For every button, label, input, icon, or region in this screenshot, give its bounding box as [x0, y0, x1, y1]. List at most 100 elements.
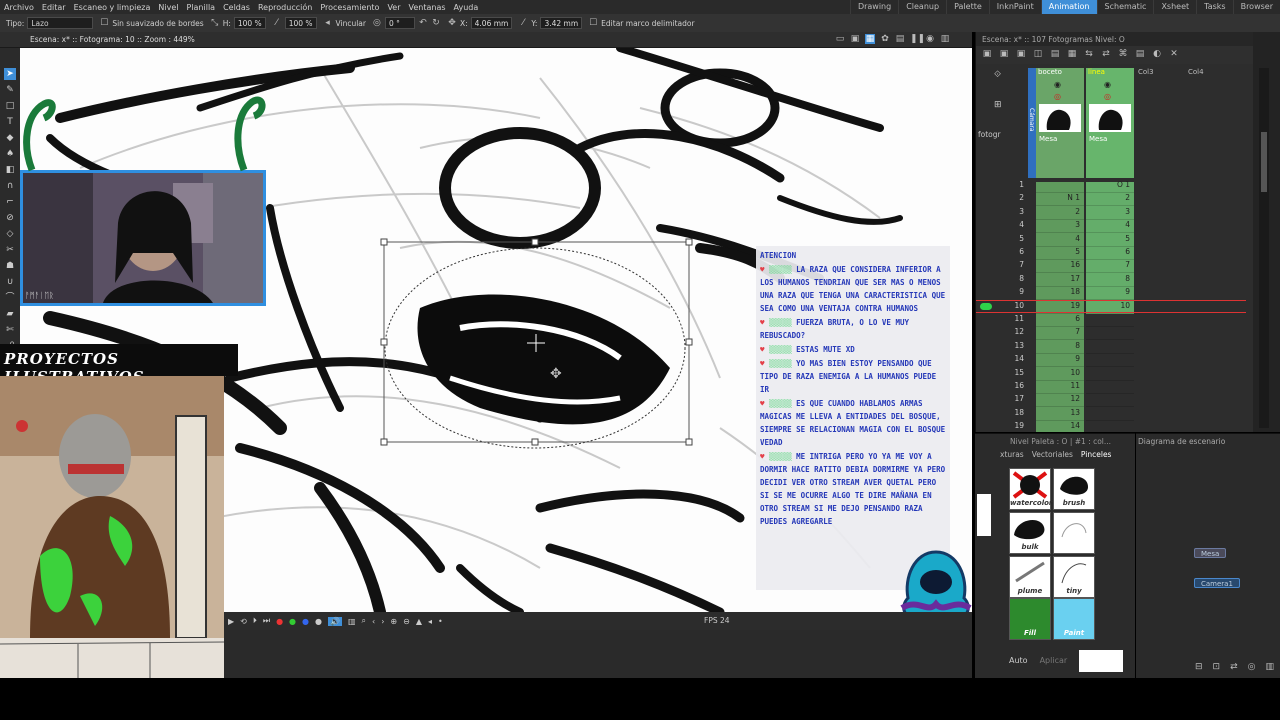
auto-button[interactable]: Auto: [1009, 656, 1028, 665]
cell-linea[interactable]: [1086, 341, 1134, 354]
style-picker-icon[interactable]: ⌐: [4, 196, 16, 208]
v-scale-field[interactable]: 100 %: [284, 17, 317, 29]
frame-number[interactable]: 16: [976, 381, 1028, 390]
cell-boceto[interactable]: 3: [1036, 220, 1084, 234]
room-animation[interactable]: Animation: [1040, 0, 1097, 14]
frame-zoom-label[interactable]: fotogr: [978, 130, 1001, 139]
reset-icon[interactable]: ◂: [428, 617, 432, 626]
toggle-icon[interactable]: ⟐: [994, 70, 1001, 80]
cell-linea[interactable]: 6: [1086, 247, 1134, 260]
x-position-field[interactable]: 4.06 mm: [470, 17, 513, 29]
3d-view-icon[interactable]: ▤: [895, 34, 905, 44]
cell-boceto[interactable]: [1036, 180, 1084, 193]
room-palette[interactable]: Palette: [946, 0, 989, 14]
room-xsheet[interactable]: Xsheet: [1153, 0, 1196, 14]
zoom-out-icon[interactable]: ⊖: [403, 617, 410, 626]
room-schematic[interactable]: Schematic: [1096, 0, 1154, 14]
fx-icon[interactable]: ◫: [1033, 49, 1043, 59]
cell-boceto[interactable]: 7: [1036, 327, 1084, 341]
y-position-field[interactable]: 3.42 mm: [540, 17, 583, 29]
frame-number[interactable]: 13: [976, 341, 1028, 350]
camera-view-icon[interactable]: ▦: [865, 34, 875, 44]
xsheet-scrollbar[interactable]: [1253, 32, 1280, 432]
swing-icon[interactable]: ⇄: [1101, 49, 1111, 59]
sub-camera-icon[interactable]: ▥: [940, 34, 950, 44]
aplicar-button[interactable]: Aplicar: [1040, 656, 1068, 665]
brush-sketch[interactable]: [1053, 512, 1095, 554]
frame-number[interactable]: 15: [976, 368, 1028, 377]
next-frame-icon[interactable]: ⏵: [253, 616, 257, 626]
node-camera1[interactable]: Camera1: [1194, 578, 1240, 588]
column-header-col3[interactable]: Col3: [1136, 68, 1184, 178]
preview-icon[interactable]: ▣: [850, 34, 860, 44]
blue-channel-icon[interactable]: ●: [302, 617, 309, 626]
bender-tool-icon[interactable]: ⌒: [4, 292, 16, 304]
tab-vectoriales[interactable]: Vectoriales: [1032, 450, 1073, 459]
brush-paint[interactable]: Paint: [1053, 598, 1095, 640]
cell-boceto[interactable]: 4: [1036, 234, 1084, 247]
cell-linea[interactable]: 8: [1086, 274, 1134, 287]
menu-celdas[interactable]: Celdas: [219, 3, 254, 12]
frame-number[interactable]: 18: [976, 408, 1028, 417]
column-header-linea[interactable]: linea ◉ ◎ Mesa: [1086, 68, 1134, 178]
cell-boceto[interactable]: 18: [1036, 287, 1084, 301]
menu-reproduccion[interactable]: Reproducción: [254, 3, 316, 12]
camstand-icon[interactable]: ◎: [1104, 92, 1111, 101]
tipo-dropdown[interactable]: Lazo: [27, 17, 94, 29]
frame-number[interactable]: 1: [976, 180, 1028, 189]
cell-boceto[interactable]: 11: [1036, 381, 1084, 394]
cell-linea[interactable]: [1086, 314, 1134, 327]
loop-icon[interactable]: ⟲: [240, 617, 247, 626]
brush-tiny[interactable]: tiny: [1053, 556, 1095, 598]
cell-linea[interactable]: [1086, 327, 1134, 341]
cell-linea[interactable]: 4: [1086, 220, 1134, 234]
table-view-icon[interactable]: ✿: [880, 34, 890, 44]
camstand-icon[interactable]: ◎: [1054, 92, 1061, 101]
room-tasks[interactable]: Tasks: [1196, 0, 1232, 14]
menu-archivo[interactable]: Archivo: [0, 3, 38, 12]
room-inknpaint[interactable]: InknPaint: [988, 0, 1041, 14]
cell-boceto[interactable]: 12: [1036, 394, 1084, 408]
menu-ver[interactable]: Ver: [383, 3, 404, 12]
dot-icon[interactable]: •: [438, 617, 443, 626]
last-frame-icon[interactable]: ⏭: [263, 616, 270, 626]
histogram-icon[interactable]: ▥: [348, 617, 356, 626]
node-mesa[interactable]: Mesa: [1194, 548, 1227, 558]
control-point-icon[interactable]: ◇: [4, 228, 16, 240]
sound-icon[interactable]: 🔊: [328, 616, 342, 626]
room-browser[interactable]: Browser: [1232, 0, 1280, 14]
reverse-icon[interactable]: ⇆: [1084, 49, 1094, 59]
redo-rotate-icon[interactable]: ↻: [431, 18, 441, 28]
frame-number[interactable]: 17: [976, 394, 1028, 403]
room-drawing[interactable]: Drawing: [849, 0, 898, 14]
new-level-icon[interactable]: ▣: [982, 49, 992, 59]
cell-linea[interactable]: 10: [1086, 301, 1134, 314]
undo-rotate-icon[interactable]: ↶: [418, 18, 428, 28]
toggle-node-icon[interactable]: ▥: [1265, 662, 1274, 672]
brush-brush[interactable]: brush: [1053, 468, 1095, 510]
zoom-in-icon[interactable]: ⊕: [390, 617, 397, 626]
prev-key-icon[interactable]: ‹: [372, 617, 375, 626]
eye-icon[interactable]: ◉: [1104, 80, 1111, 89]
pegbar-label[interactable]: Mesa: [1039, 135, 1057, 143]
frame-number[interactable]: 10: [976, 301, 1028, 310]
pegbar-label[interactable]: Mesa: [1089, 135, 1107, 143]
menu-planilla[interactable]: Planilla: [182, 3, 219, 12]
cell-linea[interactable]: [1086, 408, 1134, 421]
zoom-icon[interactable]: ⌕: [362, 616, 366, 626]
cell-linea[interactable]: 7: [1086, 260, 1134, 274]
angle-field[interactable]: 0 °: [384, 17, 415, 29]
cell-boceto[interactable]: 16: [1036, 260, 1084, 274]
new-toonz-icon[interactable]: ▣: [1016, 49, 1026, 59]
cell-boceto[interactable]: 10: [1036, 368, 1084, 381]
focus-icon[interactable]: ⊡: [1213, 662, 1221, 672]
reset-size-icon[interactable]: ◎: [1248, 662, 1256, 672]
cell-linea[interactable]: 9: [1086, 287, 1134, 301]
flip-icon[interactable]: ▲: [416, 617, 422, 626]
cell-boceto[interactable]: 6: [1036, 314, 1084, 327]
cell-linea[interactable]: [1086, 394, 1134, 408]
cell-linea[interactable]: 3: [1086, 207, 1134, 220]
frame-number[interactable]: 2: [976, 193, 1028, 202]
frame-number[interactable]: 11: [976, 314, 1028, 323]
menu-procesamiento[interactable]: Procesamiento: [316, 3, 383, 12]
